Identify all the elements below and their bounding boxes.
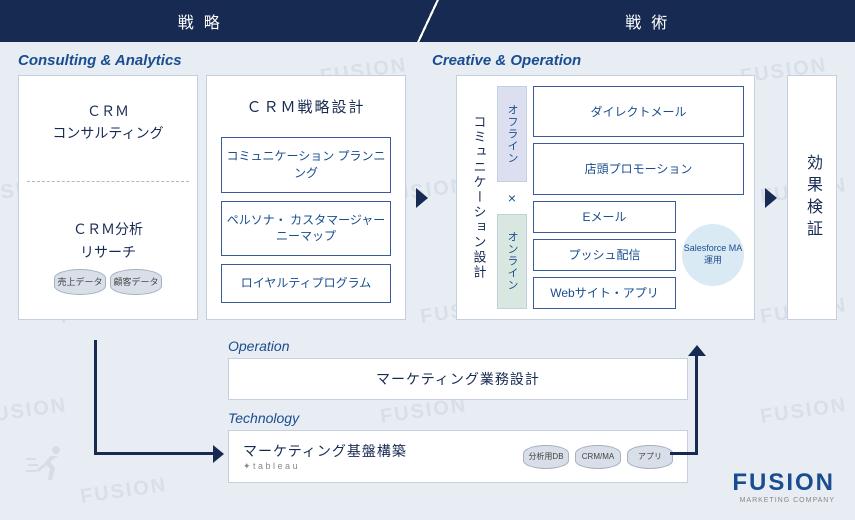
logo-sub: MARKETING COMPANY [732, 497, 835, 504]
crm-analysis-line2: リサーチ [27, 241, 189, 263]
strategy-title: ＣＲＭ戦略設計 [215, 84, 397, 129]
verify-label: 効果検証 [800, 154, 824, 242]
flow-arrow-right-2 [670, 452, 698, 455]
strategy-item-loyalty: ロイヤルティプログラム [221, 264, 391, 303]
technology-box: マーケティング基盤構築 ✦ t a b l e a u 分析用DB CRM/MA… [228, 430, 688, 483]
channel-push: プッシュ配信 [533, 239, 676, 271]
section-creative-title: Creative & Operation [432, 52, 581, 69]
operation-title: マーケティング業務設計 [376, 369, 540, 389]
communication-design-label: コミュニケーション設計 [467, 86, 491, 309]
online-label: オンライン [497, 214, 527, 310]
section-technology-title: Technology [228, 410, 688, 426]
verify-box: 効果検証 [787, 75, 837, 320]
cross-icon: × [497, 190, 527, 206]
arrow-right-icon [416, 188, 428, 208]
strategy-item-communication: コミュニケーション プランニング [221, 137, 391, 193]
channel-email: Eメール [533, 201, 676, 233]
flow-arrow-right [94, 452, 214, 455]
creative-box: コミュニケーション設計 オフライン × オンライン ダイレクトメール 店頭プロモ… [456, 75, 755, 320]
header-bar: 戦略 戦術 [0, 0, 855, 42]
arrow-right-icon [765, 188, 777, 208]
crm-consulting-line1: ＣＲＭ [27, 100, 189, 122]
logo-main: FUSION [732, 469, 835, 497]
cylinder-customer-data: 顧客データ [110, 269, 162, 295]
crm-analysis-line1: ＣＲＭ分析 [27, 218, 189, 240]
salesforce-circle: Salesforce MA運用 [682, 224, 744, 286]
section-consulting-title: Consulting & Analytics [18, 52, 418, 69]
header-separator [408, 0, 448, 42]
cylinder-sales-data: 売上データ [54, 269, 106, 295]
header-strategy: 戦略 [0, 0, 408, 42]
operation-box: マーケティング業務設計 [228, 358, 688, 400]
strategy-item-persona: ペルソナ・ カスタマージャーニーマップ [221, 201, 391, 257]
crm-consulting-line2: コンサルティング [27, 122, 189, 144]
cylinder-analytics-db: 分析用DB [523, 445, 569, 469]
cylinder-crm-ma: CRM/MA [575, 445, 621, 469]
strategy-box: ＣＲＭ戦略設計 コミュニケーション プランニング ペルソナ・ カスタマージャーニ… [206, 75, 406, 320]
fusion-logo: FUSION MARKETING COMPANY [732, 469, 835, 504]
tableau-label: ✦ t a b l e a u [243, 461, 407, 472]
flow-arrow-up [695, 355, 698, 455]
flow-arrow-down [94, 340, 97, 455]
offline-label: オフライン [497, 86, 527, 182]
channel-store-promo: 店頭プロモーション [533, 143, 744, 194]
technology-title: マーケティング基盤構築 [243, 441, 407, 461]
cylinder-app: アプリ [627, 445, 673, 469]
channel-web-app: Webサイト・アプリ [533, 277, 676, 309]
consulting-box: ＣＲＭ コンサルティング ＣＲＭ分析 リサーチ 売上データ 顧客データ [18, 75, 198, 320]
dashed-divider [27, 181, 189, 182]
section-operation-title: Operation [228, 338, 688, 354]
runner-icon [22, 440, 70, 493]
channel-direct-mail: ダイレクトメール [533, 86, 744, 137]
header-tactics: 戦術 [448, 0, 855, 42]
